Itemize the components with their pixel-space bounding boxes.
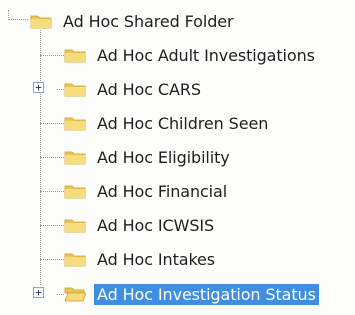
tree-node-ad-hoc-children-seen[interactable]: Ad Hoc Children Seen xyxy=(40,110,271,136)
tree-connector xyxy=(40,225,64,226)
tree-connector xyxy=(57,294,64,295)
tree-node-ad-hoc-investigation-status[interactable]: + Ad Hoc Investigation Status xyxy=(33,281,319,307)
expand-icon[interactable]: + xyxy=(33,82,44,93)
tree-node-ad-hoc-intakes[interactable]: Ad Hoc Intakes xyxy=(40,246,218,272)
tree-connector xyxy=(40,191,64,192)
folder-icon xyxy=(64,117,86,131)
folder-icon xyxy=(64,219,86,233)
tree-node-label: Ad Hoc Children Seen xyxy=(97,113,269,133)
tree-node-ad-hoc-cars[interactable]: + Ad Hoc CARS xyxy=(33,76,204,102)
tree-node-ad-hoc-adult-investigations[interactable]: Ad Hoc Adult Investigations xyxy=(40,42,318,68)
folder-icon xyxy=(30,15,52,29)
tree-node-label: Ad Hoc Adult Investigations xyxy=(97,45,315,65)
open-folder-icon xyxy=(64,287,86,302)
tree-node-ad-hoc-financial[interactable]: Ad Hoc Financial xyxy=(40,178,230,204)
folder-icon xyxy=(64,151,86,165)
tree-connector xyxy=(57,89,64,90)
tree-connector xyxy=(40,157,64,158)
tree-node-label: Ad Hoc Investigation Status xyxy=(94,283,319,305)
tree-connector xyxy=(40,259,64,260)
tree-node-ad-hoc-eligibility[interactable]: Ad Hoc Eligibility xyxy=(40,144,233,170)
tree-node-ad-hoc-shared-folder[interactable]: Ad Hoc Shared Folder xyxy=(30,8,236,34)
tree-node-label: Ad Hoc ICWSIS xyxy=(97,215,215,235)
folder-icon xyxy=(64,253,86,267)
folder-icon xyxy=(64,83,86,97)
folder-icon xyxy=(64,49,86,63)
folder-icon xyxy=(64,185,86,199)
folder-tree: Ad Hoc Shared Folder Ad Hoc Adult Invest… xyxy=(0,0,355,315)
tree-node-label: Ad Hoc Intakes xyxy=(97,249,216,269)
tree-connector xyxy=(40,55,64,56)
tree-node-label: Ad Hoc CARS xyxy=(97,79,201,99)
tree-node-label: Ad Hoc Financial xyxy=(97,181,228,201)
expand-icon[interactable]: + xyxy=(33,287,44,298)
tree-connector xyxy=(8,19,28,20)
tree-node-ad-hoc-icwsis[interactable]: Ad Hoc ICWSIS xyxy=(40,212,217,238)
tree-node-label: Ad Hoc Eligibility xyxy=(97,147,230,167)
tree-connector xyxy=(40,123,64,124)
tree-node-label: Ad Hoc Shared Folder xyxy=(63,11,234,31)
